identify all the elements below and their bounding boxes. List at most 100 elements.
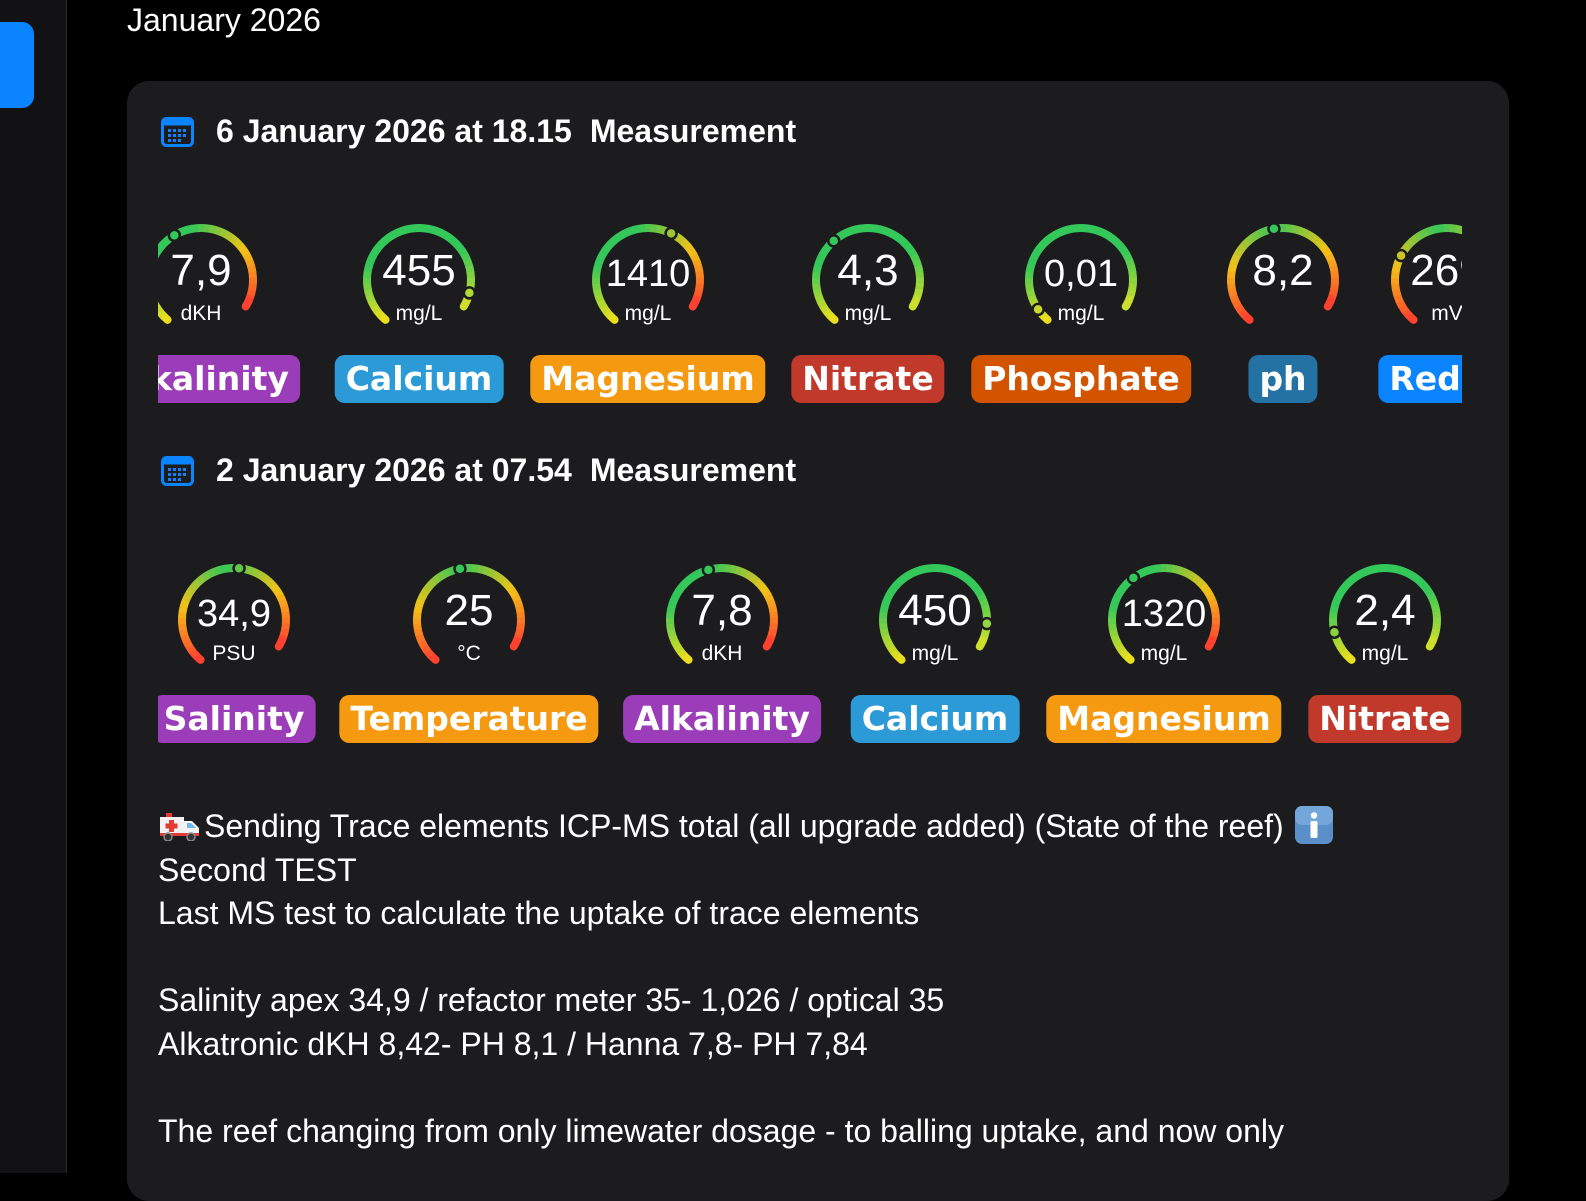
gauge-arc-segment bbox=[438, 574, 443, 577]
gauge-arc-segment bbox=[504, 581, 509, 586]
gauge-unit: PSU bbox=[158, 643, 349, 664]
gauge-unit: mg/L bbox=[1270, 643, 1462, 664]
gauge-temperature[interactable]: 25°CTemperature bbox=[354, 561, 584, 761]
gauge-arc-segment bbox=[231, 238, 236, 242]
gauge-arc-segment bbox=[208, 572, 214, 575]
gauge-arc-segment bbox=[192, 228, 198, 229]
gauge-arc-segment bbox=[1066, 229, 1072, 230]
gauge-arc-segment bbox=[1114, 635, 1116, 641]
parameter-badge[interactable]: Temperature bbox=[339, 695, 598, 743]
measurement-header-2[interactable]: 2 January 2026 at 07.54 Measurement bbox=[161, 452, 796, 489]
gauge-strip-2[interactable]: 34,9PSUSalinity25°CTemperature7,8dKHAlka… bbox=[158, 561, 1462, 761]
gauge-arc-segment bbox=[691, 574, 696, 577]
gauge-value: 2,4 bbox=[1270, 589, 1462, 633]
gauge-arc-segment bbox=[747, 575, 752, 578]
gauge-arc-segment bbox=[628, 230, 634, 232]
gauge-arc-segment bbox=[1084, 228, 1090, 229]
parameter-badge[interactable]: Magnesium bbox=[1046, 695, 1281, 743]
gauge-arc-segment bbox=[489, 572, 495, 575]
gauge-alkalinity[interactable]: 7,8dKHAlkalinity bbox=[607, 561, 837, 761]
parameter-badge[interactable]: Phosphate bbox=[971, 355, 1191, 403]
gauge-arc-segment bbox=[443, 572, 449, 575]
gauge-arc-segment bbox=[1244, 241, 1249, 246]
note-line: Salinity apex 34,9 / refactor meter 35- … bbox=[158, 979, 1458, 1023]
gauge-arc-segment bbox=[1061, 230, 1067, 232]
gauge-arc-segment bbox=[1111, 238, 1116, 242]
gauge-arc-segment bbox=[1354, 574, 1359, 577]
gauge-arc-segment bbox=[1042, 241, 1047, 246]
gauge-arc-segment bbox=[1365, 570, 1371, 572]
gauge-marker bbox=[1128, 572, 1139, 583]
gauge-arc-segment bbox=[191, 585, 195, 590]
gauge-arc-segment bbox=[444, 235, 449, 238]
parameter-badge[interactable]: Alkalinity bbox=[158, 355, 300, 403]
gauge-arc-segment bbox=[900, 578, 905, 582]
gauge-arc-segment bbox=[651, 228, 657, 229]
gauge-value: 0,01 bbox=[966, 255, 1196, 293]
gauge-nitrate[interactable]: 4,3mg/LNitrate bbox=[753, 221, 983, 421]
gauge-arc-segment bbox=[225, 568, 231, 569]
measurements-card: 6 January 2026 at 18.15 Measurement 7,9d… bbox=[127, 81, 1509, 1201]
parameter-badge[interactable]: Magnesium bbox=[530, 355, 765, 403]
gauge-arc-segment bbox=[1167, 568, 1173, 569]
parameter-badge[interactable]: Nitrate bbox=[1308, 695, 1461, 743]
gauge-arc-segment bbox=[499, 578, 504, 582]
gauge-arc-segment bbox=[248, 570, 254, 572]
gauge-alkalinity[interactable]: 7,9dKHAlkalinity bbox=[158, 221, 316, 421]
parameter-badge[interactable]: Nitrate bbox=[791, 355, 944, 403]
gauge-arc-segment bbox=[254, 572, 260, 575]
parameter-badge[interactable]: Alkalinity bbox=[623, 695, 821, 743]
gauge-arc-segment bbox=[683, 241, 688, 246]
gauge-arc-segment bbox=[955, 572, 961, 575]
gauge-arc-segment bbox=[859, 228, 865, 229]
measurement-label: Measurement bbox=[590, 452, 796, 489]
parameter-badge[interactable]: Redox bbox=[1378, 355, 1462, 403]
parameter-badge[interactable]: Salinity bbox=[158, 695, 315, 743]
gauge-arc-segment bbox=[1308, 235, 1313, 238]
gauge-arc-segment bbox=[434, 578, 439, 582]
gauge-arc-segment bbox=[472, 568, 478, 569]
measurement-header-1[interactable]: 6 January 2026 at 18.15 Measurement bbox=[161, 113, 796, 150]
gauge-calcium[interactable]: 455mg/LCalcium bbox=[304, 221, 534, 421]
month-title: January 2026 bbox=[127, 2, 321, 39]
gauge-marker bbox=[234, 563, 245, 574]
gauge-arc-segment bbox=[430, 581, 435, 586]
gauge-unit: mg/L bbox=[753, 303, 983, 324]
gauge-arc-segment bbox=[1286, 228, 1292, 229]
gauge-arc-segment bbox=[687, 246, 691, 251]
gauge-arc-segment bbox=[1055, 232, 1061, 235]
gauge-arc-segment bbox=[384, 238, 389, 242]
gauge-arc-segment bbox=[904, 574, 909, 577]
gauge-calcium[interactable]: 450mg/LCalcium bbox=[820, 561, 1050, 761]
parameter-badge[interactable]: Calcium bbox=[851, 695, 1020, 743]
gauge-salinity[interactable]: 34,9PSUSalinity bbox=[158, 561, 349, 761]
gauge-unit: mg/L bbox=[304, 303, 534, 324]
gauge-magnesium[interactable]: 1410mg/LMagnesium bbox=[533, 221, 763, 421]
gauge-arc-segment bbox=[1376, 568, 1382, 569]
gauge-nitrate[interactable]: 2,4 mg/L Nitrate bbox=[1270, 561, 1462, 761]
ambulance-icon bbox=[158, 809, 202, 841]
gauge-arc-segment bbox=[410, 228, 416, 229]
gauge-arc-segment bbox=[848, 230, 854, 232]
gauge-arc-segment bbox=[944, 569, 950, 570]
gauge-phosphate[interactable]: 0,01mg/LPhosphate bbox=[966, 221, 1196, 421]
parameter-badge[interactable]: ph bbox=[1248, 355, 1317, 403]
gauge-arc-segment bbox=[388, 234, 393, 237]
gauge-unit: dKH bbox=[607, 643, 837, 664]
gauge-arc-segment bbox=[938, 568, 944, 569]
gauge-arc-segment bbox=[1252, 234, 1257, 237]
note-line: Second TEST bbox=[158, 849, 1458, 893]
gauge-magnesium[interactable]: 1320mg/LMagnesium bbox=[1049, 561, 1279, 761]
sidebar-selected-item[interactable] bbox=[0, 22, 34, 108]
gauge-redox[interactable]: 269mVRedox bbox=[1332, 221, 1462, 421]
gauge-arc-segment bbox=[903, 241, 908, 246]
gauge-arc-segment bbox=[871, 228, 877, 229]
gauge-arc-segment bbox=[1257, 232, 1263, 235]
parameter-badge[interactable]: Calcium bbox=[335, 355, 504, 403]
gauge-arc-segment bbox=[1095, 230, 1101, 232]
gauge-strip-1[interactable]: 7,9dKHAlkalinity455mg/LCalcium1410mg/LMa… bbox=[158, 221, 1462, 421]
gauge-arc-segment bbox=[1388, 568, 1394, 569]
gauge-unit: mg/L bbox=[533, 303, 763, 324]
gauge-arc-segment bbox=[1297, 230, 1303, 232]
gauge-arc-segment bbox=[1245, 315, 1250, 319]
